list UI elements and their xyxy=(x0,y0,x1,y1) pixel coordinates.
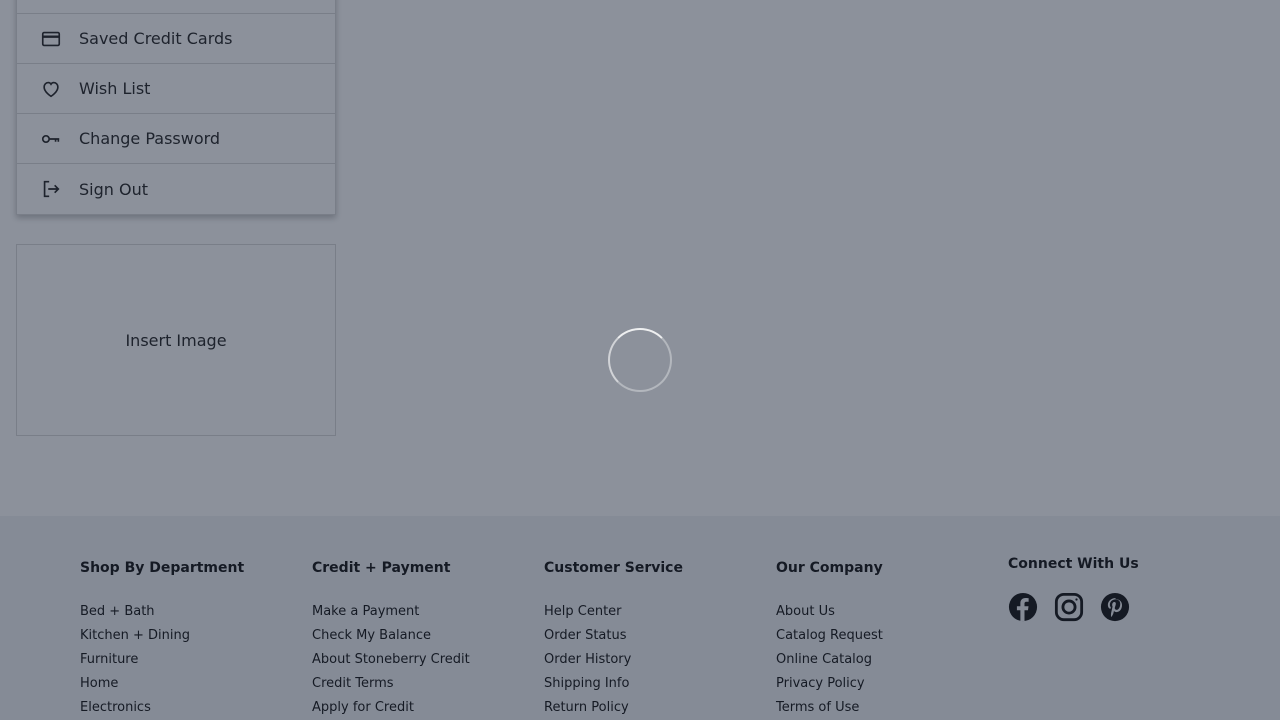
loading-spinner xyxy=(608,328,672,392)
